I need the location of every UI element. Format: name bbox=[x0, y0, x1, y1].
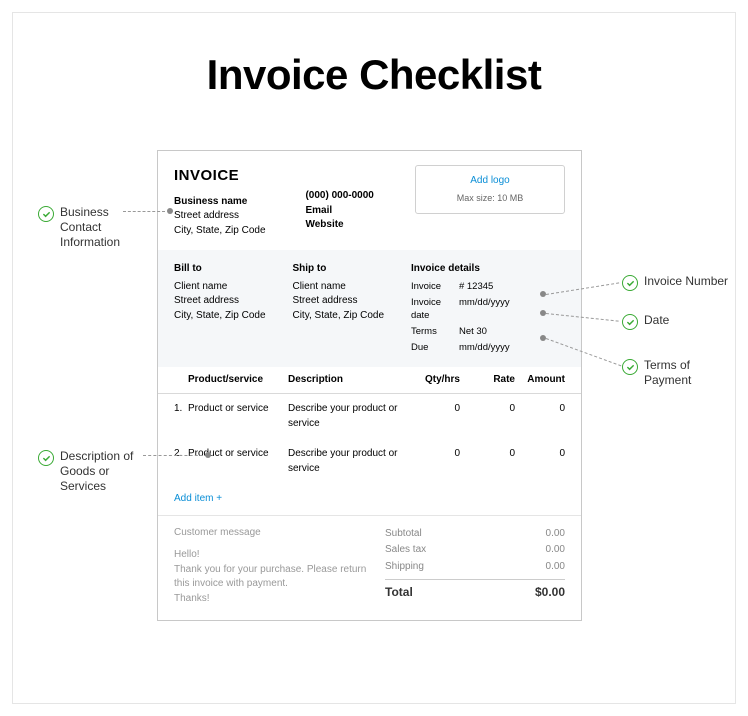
check-icon bbox=[622, 314, 638, 330]
billto-label: Bill to bbox=[174, 262, 292, 277]
annotation-label: Terms of Payment bbox=[644, 358, 736, 388]
check-icon bbox=[622, 275, 638, 291]
shipping-label: Shipping bbox=[385, 560, 424, 575]
annotation-line bbox=[143, 455, 203, 456]
th-rate: Rate bbox=[460, 373, 515, 388]
total-label: Total bbox=[385, 584, 413, 601]
check-icon bbox=[38, 206, 54, 222]
billto-citystate: City, State, Zip Code bbox=[174, 309, 292, 324]
business-phone: (000) 000-0000 bbox=[305, 189, 415, 204]
row-amt: 0 bbox=[515, 402, 565, 417]
billto-street: Street address bbox=[174, 294, 292, 309]
shipto-citystate: City, State, Zip Code bbox=[292, 309, 410, 324]
row-amt: 0 bbox=[515, 447, 565, 462]
business-name: Business name bbox=[174, 195, 305, 210]
annotation-date: Date bbox=[622, 313, 669, 330]
th-qty: Qty/hrs bbox=[410, 373, 460, 388]
annotation-terms: Terms of Payment bbox=[622, 358, 736, 388]
row-product: Product or service bbox=[188, 402, 288, 417]
add-item-link[interactable]: Add item + bbox=[158, 484, 581, 516]
details-invoice-lbl: Invoice bbox=[411, 280, 453, 294]
annotation-label: Description of Goods or Services bbox=[60, 449, 152, 494]
row-rate: 0 bbox=[460, 402, 515, 417]
check-icon bbox=[622, 359, 638, 375]
shipto-street: Street address bbox=[292, 294, 410, 309]
details-terms-lbl: Terms bbox=[411, 325, 453, 339]
tax-value: 0.00 bbox=[546, 543, 565, 558]
business-website: Website bbox=[305, 218, 415, 233]
details-terms-val: Net 30 bbox=[459, 325, 565, 339]
table-row: 2. Product or service Describe your prod… bbox=[158, 439, 581, 484]
annotation-dot bbox=[167, 208, 173, 214]
msg-body: Thank you for your purchase. Please retu… bbox=[174, 563, 373, 592]
shipto-label: Ship to bbox=[292, 262, 410, 277]
add-logo-link[interactable]: Add logo bbox=[422, 174, 558, 189]
invoice-card: INVOICE Business name Street address Cit… bbox=[157, 150, 582, 621]
details-date-val: mm/dd/yyyy bbox=[459, 296, 565, 324]
business-email: Email bbox=[305, 204, 415, 219]
logo-max-size: Max size: 10 MB bbox=[422, 192, 558, 205]
table-row: 1. Product or service Describe your prod… bbox=[158, 394, 581, 439]
logo-upload-box[interactable]: Add logo Max size: 10 MB bbox=[415, 165, 565, 214]
business-citystate: City, State, Zip Code bbox=[174, 224, 305, 239]
check-icon bbox=[38, 450, 54, 466]
th-description: Description bbox=[288, 373, 410, 388]
total-value: $0.00 bbox=[535, 584, 565, 601]
table-header: Product/service Description Qty/hrs Rate… bbox=[158, 367, 581, 395]
annotation-invoice-number: Invoice Number bbox=[622, 274, 728, 291]
msg-greeting: Hello! bbox=[174, 548, 373, 563]
annotation-description: Description of Goods or Services bbox=[38, 449, 152, 494]
page-title: Invoice Checklist bbox=[13, 51, 735, 99]
msg-closing: Thanks! bbox=[174, 592, 373, 607]
details-invoice-val: # 12345 bbox=[459, 280, 565, 294]
annotation-dot bbox=[205, 452, 211, 458]
subtotal-value: 0.00 bbox=[546, 527, 565, 542]
annotation-label: Invoice Number bbox=[644, 274, 728, 289]
details-due-lbl: Due bbox=[411, 341, 453, 355]
annotation-line bbox=[123, 211, 165, 212]
annotation-label: Date bbox=[644, 313, 669, 328]
row-rate: 0 bbox=[460, 447, 515, 462]
details-date-lbl: Invoice date bbox=[411, 296, 453, 324]
msg-title: Customer message bbox=[174, 526, 373, 541]
row-desc: Describe your product or service bbox=[288, 447, 410, 476]
row-desc: Describe your product or service bbox=[288, 402, 410, 431]
billto-name: Client name bbox=[174, 280, 292, 295]
row-qty: 0 bbox=[410, 447, 460, 462]
row-product: Product or service bbox=[188, 447, 288, 462]
th-amount: Amount bbox=[515, 373, 565, 388]
subtotal-label: Subtotal bbox=[385, 527, 422, 542]
tax-label: Sales tax bbox=[385, 543, 426, 558]
totals-block: Subtotal 0.00 Sales tax 0.00 Shipping 0.… bbox=[385, 526, 565, 607]
row-qty: 0 bbox=[410, 402, 460, 417]
details-label: Invoice details bbox=[411, 262, 565, 277]
invoice-heading: INVOICE bbox=[174, 165, 305, 187]
row-num: 1. bbox=[174, 402, 188, 417]
th-product: Product/service bbox=[188, 373, 288, 388]
shipping-value: 0.00 bbox=[546, 560, 565, 575]
shipto-name: Client name bbox=[292, 280, 410, 295]
details-due-val: mm/dd/yyyy bbox=[459, 341, 565, 355]
customer-message: Customer message Hello! Thank you for yo… bbox=[174, 526, 385, 607]
business-street: Street address bbox=[174, 209, 305, 224]
bill-ship-section: Bill to Client name Street address City,… bbox=[158, 250, 581, 366]
